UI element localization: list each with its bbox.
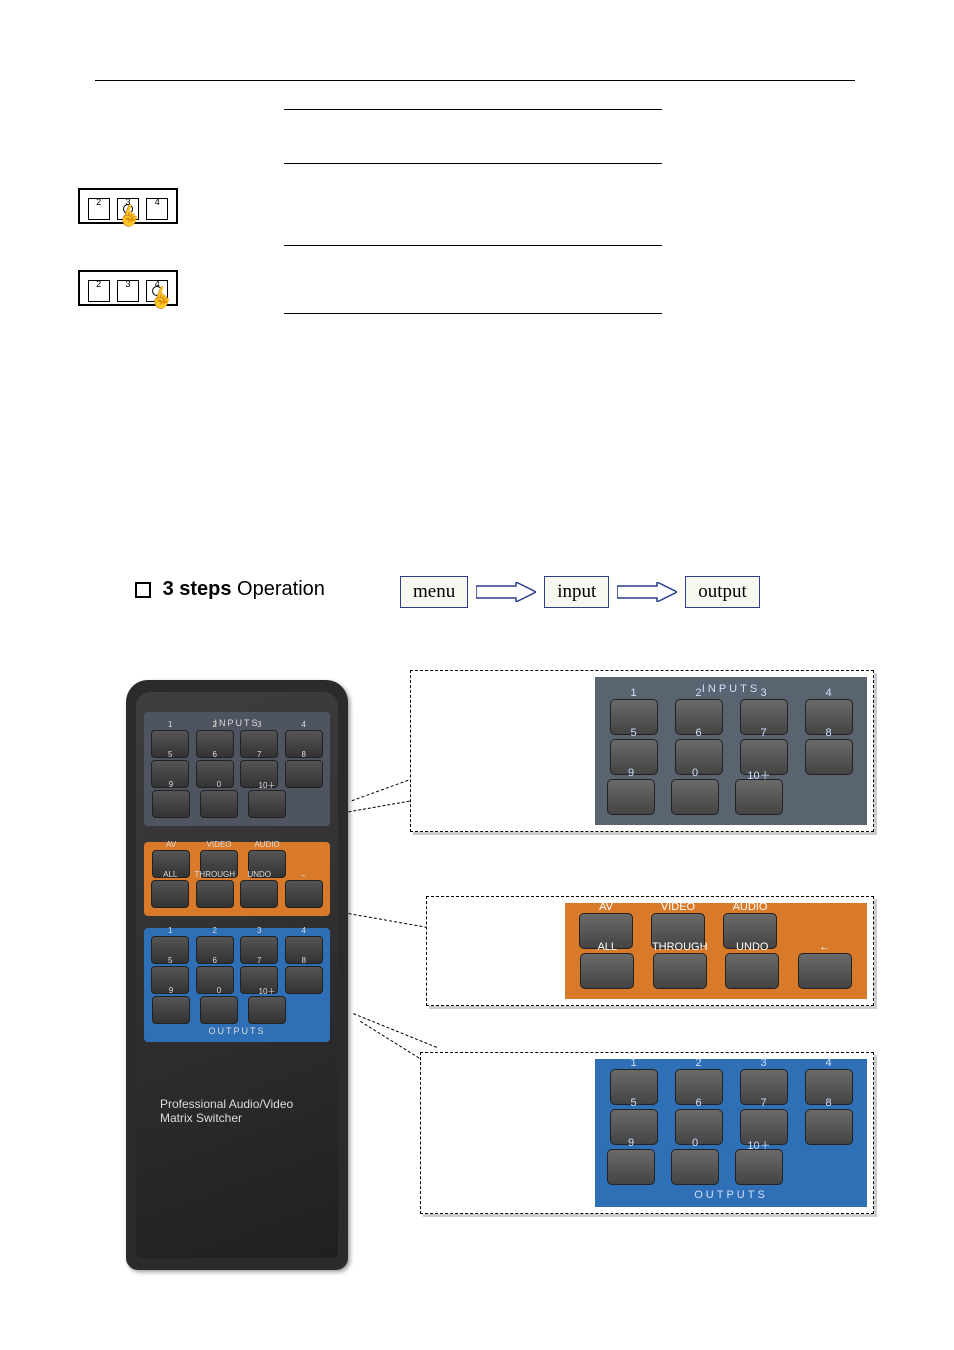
arrow-right-icon [617, 582, 677, 602]
callout-outputs: 1 2 3 4 5 6 7 8 9 0 10＋ OUTPUTS [420, 1052, 874, 1214]
output-key-9[interactable]: 9 [607, 1149, 655, 1185]
output-key-10plus[interactable]: 10＋ [735, 1149, 783, 1185]
button-number: 2 [96, 279, 101, 289]
menu-key-undo[interactable]: UNDO [240, 880, 278, 908]
rule [284, 109, 662, 110]
rule [95, 80, 855, 81]
flow-box-input: input [544, 576, 609, 608]
button-number: 2 [96, 197, 101, 207]
remote-control-photo: INPUTS 1 2 3 4 5 6 7 8 9 0 10＋ [126, 680, 348, 1270]
button-number: 3 [125, 279, 130, 289]
menu-key-through[interactable]: THROUGH [196, 880, 234, 908]
inputs-header: INPUTS [148, 718, 326, 728]
remote-brand-label: Professional Audio/Video Matrix Switcher [160, 1097, 293, 1125]
outputs-header: OUTPUTS [601, 1189, 861, 1201]
output-key-10plus[interactable]: 10＋ [248, 996, 286, 1024]
rule [284, 245, 662, 246]
brand-line-1: Professional Audio/Video [160, 1097, 293, 1111]
input-key-8[interactable]: 8 [285, 760, 323, 788]
brand-line-2: Matrix Switcher [160, 1111, 242, 1125]
output-key-6[interactable]: 6 [196, 966, 234, 994]
steps-bold: 3 steps [163, 578, 232, 600]
steps-heading: 3 steps Operation [135, 578, 325, 601]
flow-box-menu: menu [400, 576, 468, 608]
output-key-6[interactable]: 6 [675, 1109, 723, 1145]
input-key-0[interactable]: 0 [671, 779, 719, 815]
arrow-right-icon [476, 582, 536, 602]
leader-line [352, 780, 409, 801]
input-key-9[interactable]: 9 [152, 790, 190, 818]
page: 2 3 4 ☝ 2 3 4 ☝ 3 steps Operation menu i… [0, 0, 954, 1350]
input-key-6[interactable]: 6 [675, 739, 723, 775]
input-key-10plus[interactable]: 10＋ [735, 779, 783, 815]
flow-diagram: menu input output [400, 576, 760, 608]
flow-box-output: output [685, 576, 760, 608]
output-key-8[interactable]: 8 [805, 1109, 853, 1145]
leader-line [348, 801, 409, 813]
device-button-2: 2 [88, 280, 110, 302]
zoom-outputs-keypad: 1 2 3 4 5 6 7 8 9 0 10＋ OUTPUTS [595, 1059, 867, 1207]
leader-line [349, 913, 428, 928]
device-button-2: 2 [88, 198, 110, 220]
mini-device-diagram-1: 2 3 4 ☝ [78, 188, 178, 224]
callout-menu: AV VIDEO AUDIO ALL THROUGH UNDO ← [426, 896, 874, 1006]
button-number: 4 [155, 197, 160, 207]
rule [284, 313, 662, 314]
remote-outputs-keypad: 1 2 3 4 5 6 7 8 9 0 10＋ OUTPUTS [144, 928, 330, 1042]
input-key-6[interactable]: 6 [196, 760, 234, 788]
inputs-header: INPUTS [601, 683, 861, 695]
zoom-inputs-keypad: INPUTS 1 2 3 4 5 6 7 8 9 0 10＋ [595, 677, 867, 825]
input-key-0[interactable]: 0 [200, 790, 238, 818]
input-key-9[interactable]: 9 [607, 779, 655, 815]
output-key-8[interactable]: 8 [285, 966, 323, 994]
device-button-4: 4 [146, 198, 168, 220]
menu-key-undo[interactable]: UNDO [725, 953, 779, 989]
output-key-0[interactable]: 0 [671, 1149, 719, 1185]
output-key-0[interactable]: 0 [200, 996, 238, 1024]
outputs-header: OUTPUTS [148, 1026, 326, 1036]
input-key-10plus[interactable]: 10＋ [248, 790, 286, 818]
callout-inputs: INPUTS 1 2 3 4 5 6 7 8 9 0 10＋ [410, 670, 874, 832]
mini-device-diagram-2: 2 3 4 ☝ [78, 270, 178, 306]
remote-menu-keypad: AV VIDEO AUDIO ALL THROUGH UNDO ← [144, 842, 330, 916]
output-key-9[interactable]: 9 [152, 996, 190, 1024]
device-button-3: 3 [117, 280, 139, 302]
input-key-8[interactable]: 8 [805, 739, 853, 775]
steps-rest: Operation [232, 578, 325, 600]
menu-key-back[interactable]: ← [285, 880, 323, 908]
remote-inputs-keypad: INPUTS 1 2 3 4 5 6 7 8 9 0 10＋ [144, 712, 330, 826]
menu-key-back[interactable]: ← [798, 953, 852, 989]
menu-key-through[interactable]: THROUGH [653, 953, 707, 989]
menu-key-all[interactable]: ALL [151, 880, 189, 908]
bullet-square-icon [135, 582, 151, 598]
zoom-menu-keypad: AV VIDEO AUDIO ALL THROUGH UNDO ← [565, 903, 867, 999]
menu-key-all[interactable]: ALL [580, 953, 634, 989]
rule [284, 163, 662, 164]
